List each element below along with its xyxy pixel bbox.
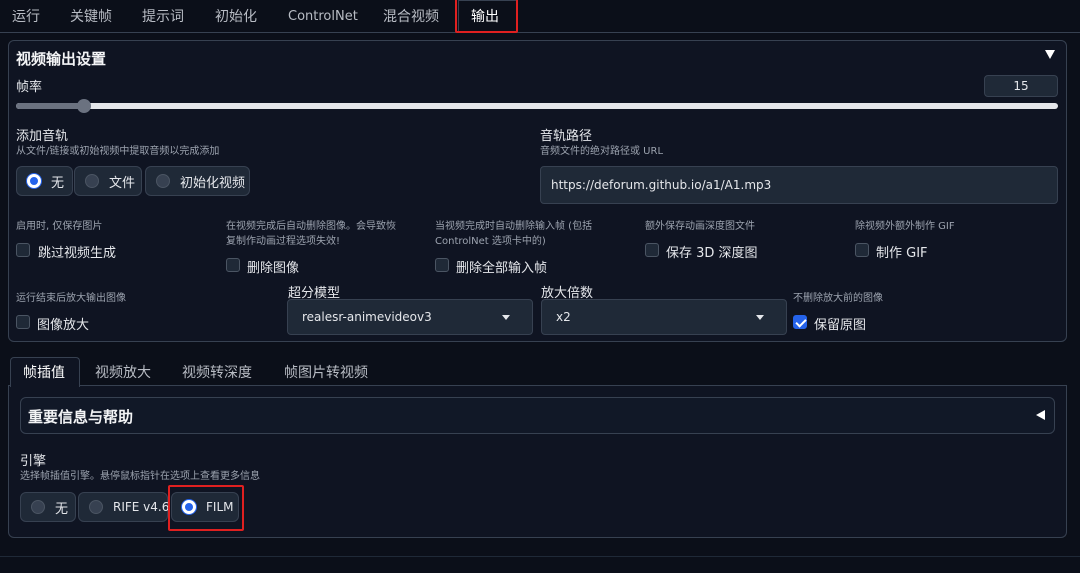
audio-path-input[interactable]: https://deforum.github.io/a1/A1.mp3 xyxy=(540,166,1058,204)
delete-imgs-label: 删除图像 xyxy=(247,261,300,276)
accordion-title: 重要信息与帮助 xyxy=(28,408,134,426)
skip-video-help: 启用时, 仅保存图片 xyxy=(16,221,103,232)
audio-option-init-video[interactable]: 初始化视频 xyxy=(145,166,250,196)
chevron-down-icon xyxy=(756,315,764,320)
radio-dot xyxy=(85,174,99,188)
collapse-icon[interactable] xyxy=(1045,50,1055,59)
engine-option-none-label: 无 xyxy=(55,501,69,517)
fps-slider-fill xyxy=(16,103,84,109)
save-depth-label: 保存 3D 深度图 xyxy=(666,246,758,261)
upscale-model-value: realesr-animevideov3 xyxy=(302,310,432,324)
add-audio-label: 添加音轨 xyxy=(16,129,69,144)
upscale-checkbox[interactable] xyxy=(16,315,30,329)
keep-original-checkbox[interactable] xyxy=(793,315,807,329)
delete-inputs-label: 删除全部输入帧 xyxy=(456,261,548,276)
skip-video-label: 跳过视频生成 xyxy=(38,246,117,261)
make-gif-checkbox[interactable] xyxy=(855,243,869,257)
radio-dot xyxy=(156,174,170,188)
keep-original-label: 保留原图 xyxy=(814,318,867,333)
tab-keyframes[interactable]: 关键帧 xyxy=(70,6,112,28)
audio-option-none-label: 无 xyxy=(51,175,65,191)
engine-option-film-label: FILM xyxy=(206,500,234,514)
make-gif-help: 除视频外额外制作 GIF xyxy=(855,221,955,232)
engine-option-film[interactable]: FILM xyxy=(171,492,239,522)
engine-help: 选择帧插值引擎。悬停鼠标指针在选项上查看更多信息 xyxy=(20,471,260,482)
tab-run[interactable]: 运行 xyxy=(12,6,40,28)
make-gif-label: 制作 GIF xyxy=(876,246,928,261)
engine-option-none[interactable]: 无 xyxy=(20,492,76,522)
audio-path-label: 音轨路径 xyxy=(540,129,593,144)
skip-video-checkbox[interactable] xyxy=(16,243,30,257)
chevron-down-icon xyxy=(502,315,510,320)
delete-imgs-help-1: 在视频完成后自动删除图像。会导致恢 xyxy=(226,221,396,232)
tab-hybrid-video[interactable]: 混合视频 xyxy=(383,6,439,28)
subtab-frame-interp[interactable]: 帧插值 xyxy=(23,361,65,385)
audio-option-init-video-label: 初始化视频 xyxy=(180,175,246,191)
delete-imgs-checkbox[interactable] xyxy=(226,258,240,272)
upscale-factor-value: x2 xyxy=(556,310,571,324)
radio-dot xyxy=(89,500,103,514)
subtab-frames-to-video[interactable]: 帧图片转视频 xyxy=(284,361,368,385)
save-depth-checkbox[interactable] xyxy=(645,243,659,257)
tab-init[interactable]: 初始化 xyxy=(215,6,257,28)
top-tab-bar: 运行 关键帧 提示词 初始化 ControlNet 混合视频 输出 xyxy=(0,0,1080,33)
fps-input[interactable]: 15 xyxy=(984,75,1058,97)
upscale-model-select[interactable]: realesr-animevideov3 xyxy=(287,299,533,335)
radio-dot-selected xyxy=(182,500,196,514)
delete-inputs-help-1: 当视频完成时自动删除输入帧 (包括 xyxy=(435,221,593,232)
add-audio-help: 从文件/链接或初始视频中提取音频以完成添加 xyxy=(16,146,220,157)
audio-option-none[interactable]: 无 xyxy=(16,166,73,196)
keep-original-help: 不删除放大前的图像 xyxy=(793,293,883,304)
delete-inputs-help-2: ControlNet 选项卡中的) xyxy=(435,236,546,247)
delete-imgs-help-2: 复制作动画过程选项失效! xyxy=(226,236,341,247)
subtab-video-upscale[interactable]: 视频放大 xyxy=(95,361,151,385)
fps-slider[interactable] xyxy=(16,99,1058,113)
radio-dot-selected xyxy=(27,174,41,188)
engine-option-rife[interactable]: RIFE v4.6 xyxy=(78,492,170,522)
fps-label: 帧率 xyxy=(16,80,43,95)
bottom-bar xyxy=(0,556,1080,573)
tab-prompts[interactable]: 提示词 xyxy=(142,6,184,28)
upscale-factor-select[interactable]: x2 xyxy=(541,299,787,335)
audio-option-file-label: 文件 xyxy=(109,175,136,191)
upscale-help: 运行结束后放大输出图像 xyxy=(16,293,126,304)
engine-label: 引擎 xyxy=(20,454,47,469)
fps-slider-thumb[interactable] xyxy=(76,99,91,113)
upscale-label: 图像放大 xyxy=(37,318,90,333)
tab-controlnet[interactable]: ControlNet xyxy=(288,6,358,28)
help-accordion[interactable] xyxy=(20,397,1055,434)
panel-title: 视频输出设置 xyxy=(16,50,107,68)
audio-option-file[interactable]: 文件 xyxy=(74,166,142,196)
expand-icon[interactable] xyxy=(1036,410,1045,420)
subtab-video-depth[interactable]: 视频转深度 xyxy=(182,361,252,385)
save-depth-help: 额外保存动画深度图文件 xyxy=(645,221,755,232)
audio-path-help: 音频文件的绝对路径或 URL xyxy=(540,146,664,157)
engine-option-rife-label: RIFE v4.6 xyxy=(113,500,170,514)
tab-output[interactable]: 输出 xyxy=(471,6,499,28)
radio-dot xyxy=(31,500,45,514)
delete-inputs-checkbox[interactable] xyxy=(435,258,449,272)
